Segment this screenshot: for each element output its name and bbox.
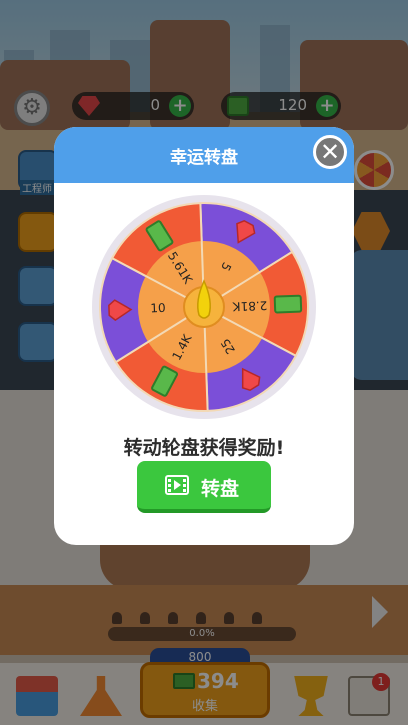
spin-label: 转盘 (201, 478, 240, 500)
close-icon[interactable]: ✕ (313, 135, 347, 169)
instruction-text: 转动轮盘获得奖励! (123, 437, 285, 459)
spin-button[interactable]: 转盘 (137, 461, 271, 513)
segment-label: 10 (150, 301, 166, 316)
prize-wheel-graphic: 52.81K251.4K105.61K (92, 195, 316, 419)
video-icon (165, 475, 189, 495)
cash-icon (273, 294, 303, 314)
prize-wheel: 5 2.81K 25 1.4K 10 5.61K (92, 195, 316, 419)
segment-label: 2.81K (231, 298, 267, 313)
dialog-title: 幸运转盘 (170, 148, 238, 168)
